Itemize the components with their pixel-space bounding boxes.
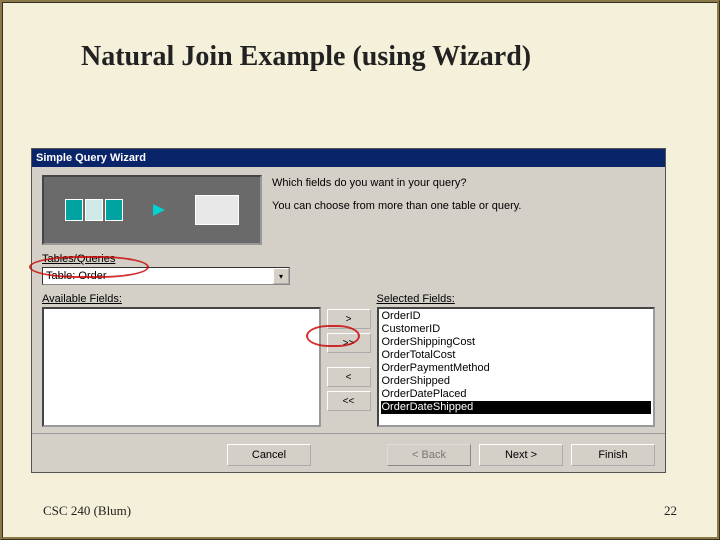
wizard-button-row: Cancel < Back Next > Finish [32, 433, 665, 466]
finish-button[interactable]: Finish [571, 444, 655, 466]
combo-selected-value: Table: Order [43, 268, 273, 284]
selected-fields-label: Selected Fields: [377, 293, 656, 305]
add-all-fields-button[interactable]: >> [327, 333, 371, 353]
wizard-titlebar: Simple Query Wizard [32, 149, 665, 167]
slide-footer: CSC 240 (Blum) [43, 503, 131, 519]
simple-query-wizard-dialog: Simple Query Wizard Which fields do you … [31, 148, 666, 473]
list-item[interactable]: OrderPaymentMethod [381, 362, 652, 375]
instruction-line-1: Which fields do you want in your query? [272, 175, 655, 192]
list-item[interactable]: OrderDatePlaced [381, 388, 652, 401]
cancel-button[interactable]: Cancel [227, 444, 311, 466]
list-item[interactable]: OrderDateShipped [381, 401, 652, 414]
list-item[interactable]: OrderTotalCost [381, 349, 652, 362]
list-item[interactable]: OrderShippingCost [381, 336, 652, 349]
list-item[interactable]: CustomerID [381, 323, 652, 336]
remove-all-fields-button[interactable]: << [327, 391, 371, 411]
list-item[interactable]: OrderID [381, 310, 652, 323]
tables-queries-combo[interactable]: Table: Order [42, 267, 290, 285]
tables-queries-label: Tables/Queries [42, 253, 665, 265]
wizard-illustration [42, 175, 262, 245]
wizard-upper-panel: Which fields do you want in your query? … [32, 167, 665, 245]
slide-title: Natural Join Example (using Wizard) [81, 41, 677, 73]
list-item[interactable]: OrderShipped [381, 375, 652, 388]
selected-fields-listbox[interactable]: OrderIDCustomerIDOrderShippingCostOrderT… [377, 307, 656, 427]
remove-field-button[interactable]: < [327, 367, 371, 387]
instruction-line-2: You can choose from more than one table … [272, 198, 655, 215]
available-fields-label: Available Fields: [42, 293, 321, 305]
available-fields-listbox[interactable] [42, 307, 321, 427]
slide-number: 22 [664, 503, 677, 519]
next-button[interactable]: Next > [479, 444, 563, 466]
chevron-down-icon[interactable] [273, 268, 289, 284]
back-button: < Back [387, 444, 471, 466]
field-move-buttons: > >> < << [327, 309, 371, 427]
add-field-button[interactable]: > [327, 309, 371, 329]
wizard-instructions: Which fields do you want in your query? … [272, 175, 655, 245]
